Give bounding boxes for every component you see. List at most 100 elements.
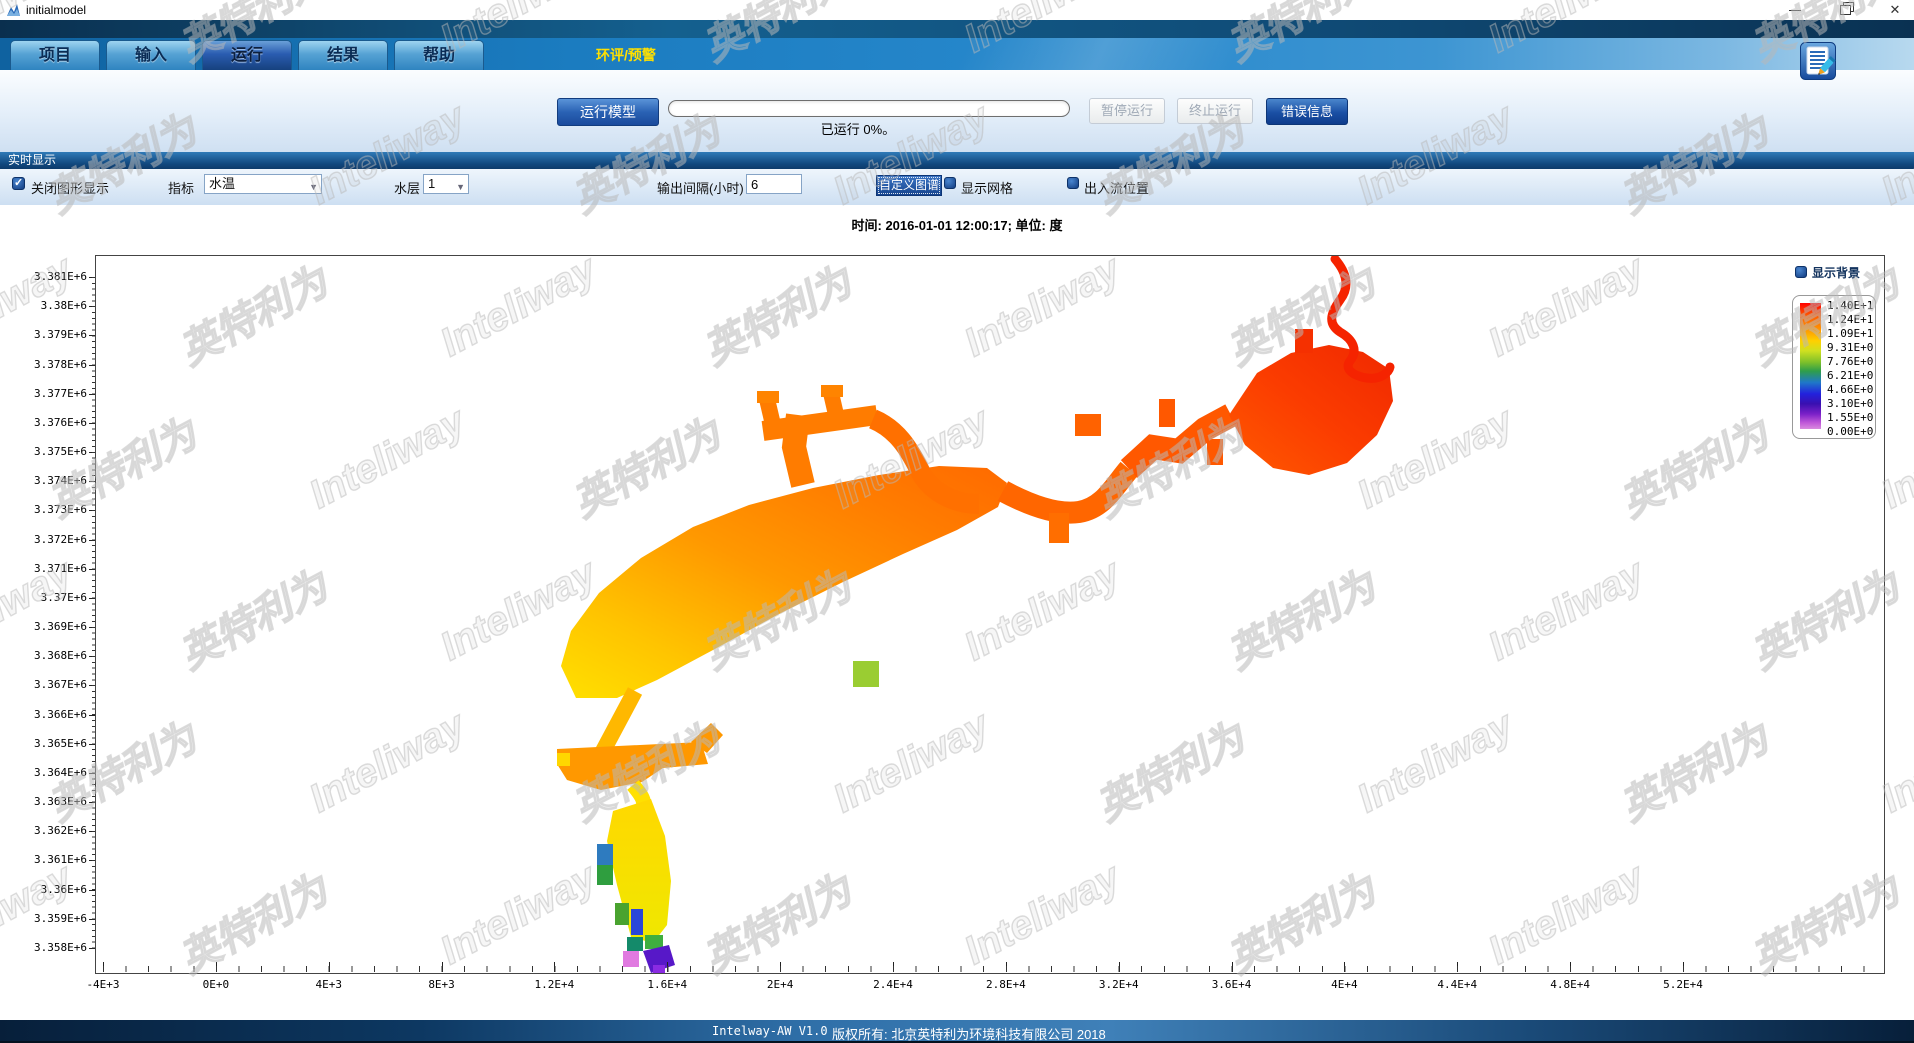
window-title: initialmodel: [26, 3, 86, 17]
x-axis-tick-label: 2.8E+4: [976, 978, 1036, 991]
y-axis-tick-label: 3.375E+6: [0, 445, 87, 459]
red-river-mass: [1229, 345, 1393, 475]
y-axis-minor-ticks: [92, 277, 95, 949]
y-axis-tick-label: 3.366E+6: [0, 708, 87, 722]
legend-value: 1.40E+1: [1827, 299, 1873, 312]
y-axis-tick-label: 3.373E+6: [0, 503, 87, 517]
x-axis-tick-label: 2.4E+4: [863, 978, 923, 991]
run-progress-text: 已运行 0%。: [793, 119, 923, 138]
legend-value: 0.00E+0: [1827, 425, 1873, 438]
close-graph-label: 关闭图形显示: [31, 178, 109, 197]
legend-value: 6.21E+0: [1827, 369, 1873, 382]
minimize-button[interactable]: [1780, 0, 1810, 20]
eia-warning-label: 环评/预警: [596, 45, 656, 65]
x-axis-tick-label: 4.8E+4: [1540, 978, 1600, 991]
close-graph-checkbox[interactable]: [12, 177, 25, 190]
status-version: Intelway-AW V1.0: [712, 1024, 828, 1038]
y-axis-tick-label: 3.359E+6: [0, 912, 87, 926]
y-axis-tick-label: 3.358E+6: [0, 941, 87, 955]
tab-run[interactable]: 运行: [202, 40, 292, 70]
inout-flow-checkbox[interactable]: [1067, 177, 1079, 189]
error-info-button[interactable]: 错误信息: [1266, 98, 1348, 125]
show-background-label: 显示背景: [1812, 264, 1860, 281]
x-axis-minor-ticks: [103, 966, 1883, 972]
legend-value: 3.10E+0: [1827, 397, 1873, 410]
pause-run-button[interactable]: 暂停运行: [1089, 98, 1165, 124]
y-axis-tick-label: 3.381E+6: [0, 270, 87, 284]
y-axis-tick-label: 3.364E+6: [0, 766, 87, 780]
chart-panel: 时间: 2016-01-01 12:00:17; 单位: 度: [0, 205, 1914, 1020]
restore-icon: [1840, 5, 1851, 15]
y-axis-tick-label: 3.363E+6: [0, 795, 87, 809]
y-axis-tick-label: 3.38E+6: [0, 299, 87, 313]
run-model-button[interactable]: 运行模型: [557, 98, 659, 126]
x-axis-tick-label: 5.2E+4: [1653, 978, 1713, 991]
application-window: initialmodel ✕ 项目 输入 运行 结果 帮助 环评/预警 运行模型…: [0, 0, 1914, 1043]
stop-run-button[interactable]: 终止运行: [1177, 98, 1253, 124]
custom-spectrum-button[interactable]: 自定义图谱: [876, 175, 942, 196]
chart-plot-area: [95, 255, 1885, 974]
ribbon-top-band: [0, 20, 1914, 38]
y-axis-tick-label: 3.362E+6: [0, 824, 87, 838]
tab-input[interactable]: 输入: [106, 40, 196, 70]
legend-value: 1.09E+1: [1827, 327, 1873, 340]
x-axis-tick-label: 3.2E+4: [1089, 978, 1149, 991]
x-axis-tick-label: 4E+3: [299, 978, 359, 991]
layer-select[interactable]: 1 ▼: [423, 174, 469, 194]
y-axis-tick-label: 3.376E+6: [0, 416, 87, 430]
close-button[interactable]: ✕: [1880, 0, 1910, 20]
water-temperature-heatmap: [96, 256, 1884, 973]
y-axis-tick-label: 3.371E+6: [0, 562, 87, 576]
legend-value: 1.55E+0: [1827, 411, 1873, 424]
y-axis-tick-label: 3.372E+6: [0, 533, 87, 547]
tab-help[interactable]: 帮助: [394, 40, 484, 70]
y-axis-tick-label: 3.368E+6: [0, 649, 87, 663]
colorbar-gradient: [1800, 303, 1821, 429]
show-grid-checkbox[interactable]: [944, 177, 956, 189]
inout-flow-label: 出入流位置: [1084, 178, 1149, 197]
chevron-down-icon: ▼: [309, 178, 318, 196]
indicator-label: 指标: [168, 178, 194, 197]
x-axis-tick-label: 8E+3: [412, 978, 472, 991]
legend-value: 4.66E+0: [1827, 383, 1873, 396]
output-interval-label: 输出间隔(小时): [657, 178, 744, 197]
y-axis-tick-label: 3.365E+6: [0, 737, 87, 751]
y-axis-tick-label: 3.374E+6: [0, 474, 87, 488]
chart-time-title: 时间: 2016-01-01 12:00:17; 单位: 度: [0, 215, 1914, 234]
layer-label: 水层: [394, 178, 420, 197]
indicator-select[interactable]: 水温 ▼: [204, 174, 322, 194]
y-axis-tick-label: 3.377E+6: [0, 387, 87, 401]
x-axis-tick-label: 4.4E+4: [1427, 978, 1487, 991]
x-axis-tick-label: 3.6E+4: [1202, 978, 1262, 991]
x-axis-tick-label: 4E+4: [1314, 978, 1374, 991]
report-edit-icon[interactable]: [1800, 42, 1836, 80]
chevron-down-icon: ▼: [456, 178, 465, 196]
tab-project[interactable]: 项目: [10, 40, 100, 70]
x-axis-tick-label: -4E+3: [73, 978, 133, 991]
restore-button[interactable]: [1830, 0, 1860, 20]
show-grid-label: 显示网格: [961, 178, 1013, 197]
y-axis-tick-label: 3.361E+6: [0, 853, 87, 867]
show-background-checkbox[interactable]: [1795, 266, 1807, 278]
layer-value: 1: [428, 176, 435, 191]
legend-value: 7.76E+0: [1827, 355, 1873, 368]
y-axis-tick-label: 3.378E+6: [0, 358, 87, 372]
y-axis-tick-label: 3.37E+6: [0, 591, 87, 605]
x-axis-tick-label: 1.6E+4: [637, 978, 697, 991]
y-axis-tick-label: 3.36E+6: [0, 883, 87, 897]
x-axis-tick-label: 2E+4: [750, 978, 810, 991]
realtime-section-header: 实时显示: [0, 152, 1914, 169]
output-interval-input[interactable]: [746, 174, 802, 194]
x-axis-tick-label: 1.2E+4: [524, 978, 584, 991]
x-axis-tick-label: 0E+0: [186, 978, 246, 991]
title-bar: initialmodel ✕: [0, 0, 1914, 20]
y-axis-tick-label: 3.379E+6: [0, 328, 87, 342]
legend-value: 1.24E+1: [1827, 313, 1873, 326]
legend-value: 9.31E+0: [1827, 341, 1873, 354]
y-axis-tick-label: 3.367E+6: [0, 678, 87, 692]
indicator-value: 水温: [209, 176, 235, 191]
tab-results[interactable]: 结果: [298, 40, 388, 70]
y-axis-tick-label: 3.369E+6: [0, 620, 87, 634]
status-copyright: 版权所有: 北京英特利为环境科技有限公司 2018: [832, 1024, 1106, 1043]
app-icon: [6, 3, 21, 17]
